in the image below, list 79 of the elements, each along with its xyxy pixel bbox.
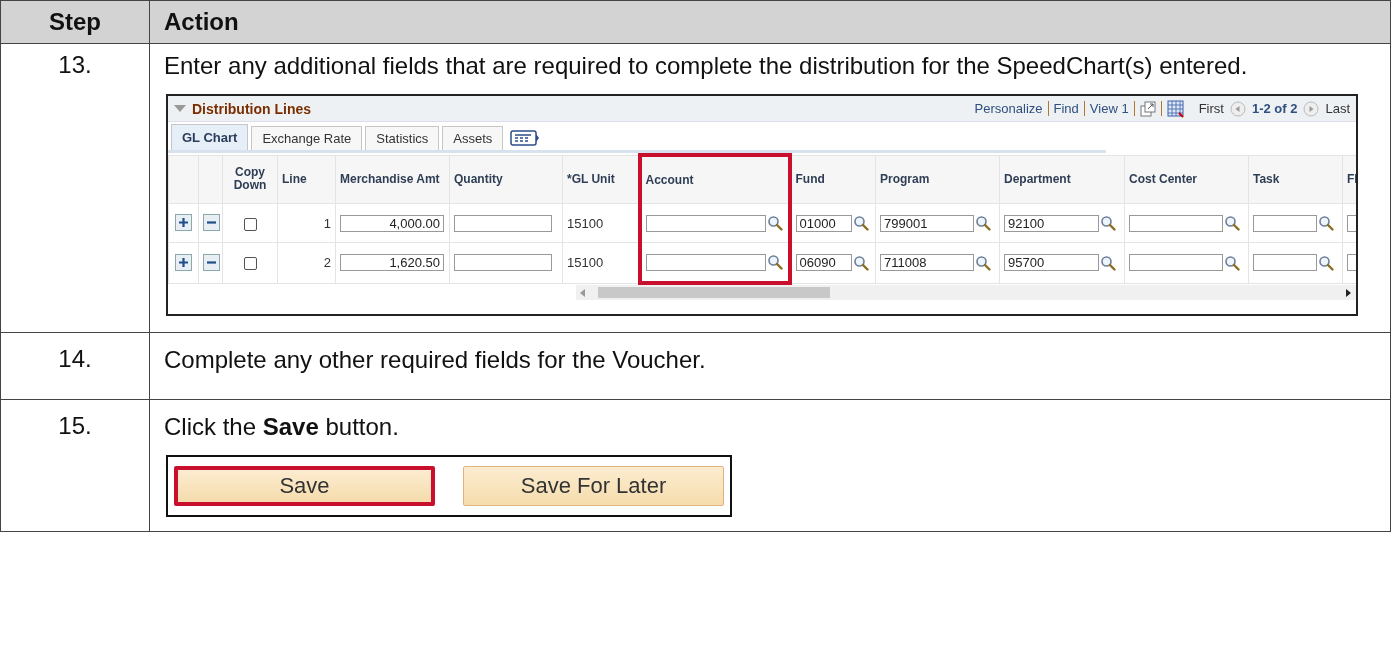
- copy-down-checkbox[interactable]: [243, 257, 257, 271]
- save-for-later-button[interactable]: Save For Later: [463, 466, 724, 506]
- step-instruction: Complete any other required fields for the Voucher.: [164, 345, 707, 374]
- step-number: 15.: [58, 412, 92, 439]
- column-header: Department: [999, 155, 1125, 204]
- save-button[interactable]: Save: [174, 466, 435, 506]
- copy-down-checkbox[interactable]: [243, 217, 257, 231]
- search-icon[interactable]: [766, 254, 783, 270]
- input-field[interactable]: [454, 254, 552, 272]
- column-header: Copy Down: [222, 155, 278, 204]
- last-label[interactable]: Last: [1325, 101, 1350, 116]
- first-label[interactable]: First: [1198, 101, 1224, 116]
- search-icon[interactable]: [1100, 215, 1116, 231]
- scroll-left-icon[interactable]: [580, 288, 586, 297]
- search-icon[interactable]: [1224, 215, 1240, 231]
- step-instruction: Click the Save button.: [164, 412, 400, 441]
- grid-link[interactable]: Find: [1053, 101, 1079, 116]
- line-number: 2: [323, 255, 331, 271]
- search-icon[interactable]: [1318, 215, 1334, 231]
- popout-icon[interactable]: [1139, 100, 1156, 117]
- spreadsheet-icon[interactable]: [1166, 99, 1185, 118]
- column-header: Line: [277, 155, 336, 204]
- column-header: Quantity: [449, 155, 563, 204]
- collapse-icon[interactable]: [174, 105, 186, 112]
- gl-unit-value: 15100: [567, 255, 604, 271]
- step-number: 14.: [58, 345, 92, 372]
- step-instruction: Enter any additional fields that are required to complete the distribution for the SpeedChart(s) entered.: [164, 51, 1249, 80]
- search-icon[interactable]: [766, 215, 783, 231]
- show-all-columns-icon[interactable]: [510, 129, 541, 147]
- delete-row-button[interactable]: [203, 253, 220, 271]
- add-row-button[interactable]: [175, 214, 192, 231]
- column-header: Merchandise Amt: [335, 155, 450, 204]
- column-header: Task: [1248, 155, 1343, 204]
- lookup-field[interactable]: 06090: [795, 254, 852, 272]
- lookup-field[interactable]: [1253, 254, 1317, 272]
- step-number: 13.: [58, 51, 92, 78]
- lookup-field[interactable]: 711008: [880, 254, 974, 272]
- search-icon[interactable]: [1100, 254, 1116, 271]
- delete-row-button[interactable]: [203, 214, 220, 231]
- lookup-field[interactable]: [1253, 214, 1317, 232]
- search-icon[interactable]: [1318, 254, 1334, 271]
- gl-unit-value: 15100: [567, 215, 604, 231]
- search-icon[interactable]: [1224, 254, 1240, 271]
- line-number: 1: [323, 215, 331, 231]
- lookup-field[interactable]: 95700: [1004, 254, 1099, 272]
- horizontal-scrollbar[interactable]: [576, 285, 1356, 300]
- column-header: Program: [875, 155, 1000, 204]
- column-header: Cost Center: [1124, 155, 1249, 204]
- lookup-field[interactable]: [1129, 254, 1223, 272]
- plus-icon: [177, 216, 190, 229]
- lookup-field[interactable]: [1129, 214, 1223, 232]
- lookup-field[interactable]: 799001: [880, 214, 974, 232]
- search-icon[interactable]: [975, 254, 991, 271]
- grid-tab[interactable]: GL Chart: [171, 124, 249, 150]
- grid-link[interactable]: Personalize: [974, 101, 1043, 116]
- amount-field[interactable]: 1,620.50: [340, 254, 444, 272]
- lookup-field[interactable]: 01000: [795, 214, 852, 232]
- scroll-right-icon[interactable]: [1346, 288, 1352, 297]
- grid-tab[interactable]: Exchange Rate: [251, 126, 363, 150]
- lookup-field[interactable]: [645, 214, 766, 232]
- search-icon[interactable]: [852, 254, 869, 271]
- add-row-button[interactable]: [175, 253, 192, 271]
- input-field[interactable]: [454, 214, 552, 232]
- grid-title: Distribution Lines: [192, 100, 311, 117]
- search-icon[interactable]: [975, 215, 991, 231]
- grid-tab[interactable]: Statistics: [365, 126, 440, 150]
- lookup-field[interactable]: [645, 253, 766, 271]
- plus-icon: [177, 255, 190, 269]
- column-header: Fund: [789, 155, 876, 204]
- amount-field[interactable]: 4,000.00: [340, 214, 444, 232]
- search-icon[interactable]: [852, 215, 869, 231]
- column-header: Step: [49, 8, 101, 35]
- grid-link[interactable]: View 1: [1089, 101, 1129, 116]
- column-header: Action: [164, 8, 239, 35]
- grid-tab[interactable]: Assets: [442, 126, 504, 150]
- page-range: 1-2 of 2: [1251, 101, 1298, 116]
- column-header: Account: [639, 155, 790, 204]
- lookup-field[interactable]: 92100: [1004, 214, 1099, 232]
- column-header: *GL Unit: [562, 155, 640, 204]
